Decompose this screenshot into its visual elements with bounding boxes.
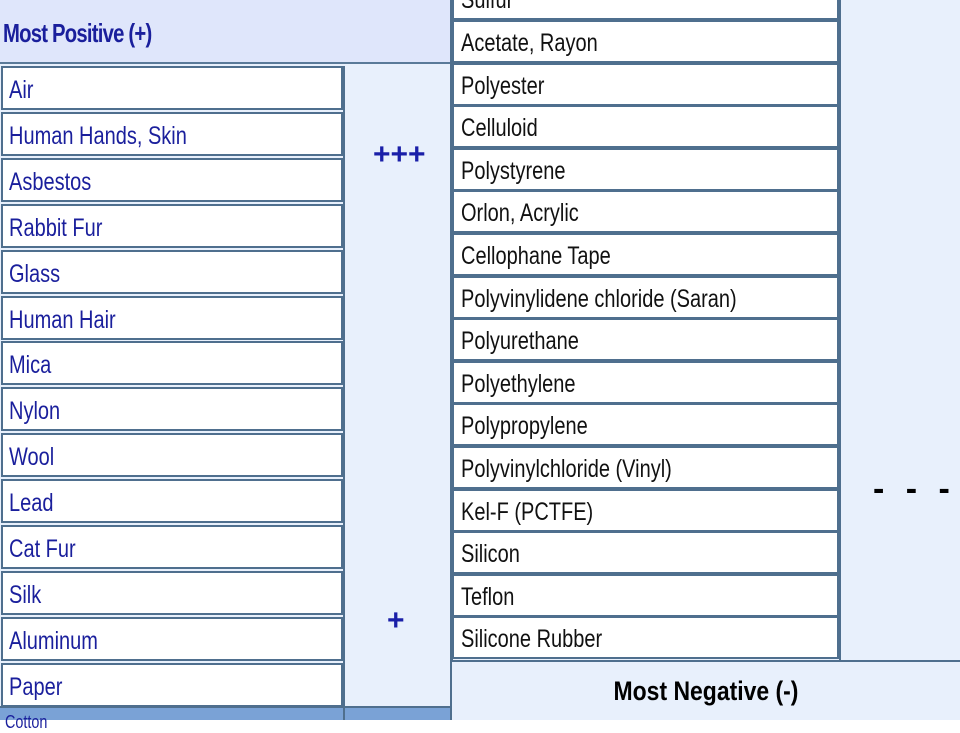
negative-item-label: Polypropylene [461, 412, 588, 441]
positive-item-label: Mica [9, 351, 52, 380]
negative-item-row: Celluloid [452, 105, 839, 149]
positive-item-label: Asbestos [9, 167, 92, 196]
negative-table-footer: Most Negative (-) [452, 660, 960, 720]
positive-item-row: Asbestos [1, 157, 343, 202]
positive-item-row: Aluminum [1, 616, 343, 661]
negative-item-row: Polyvinylidene chloride (Saran) [452, 275, 839, 319]
positive-item-label: Cat Fur [9, 535, 76, 563]
weak-positive-sign: + [387, 604, 405, 637]
negative-item-row: Orlon, Acrylic [452, 190, 839, 234]
positive-item-row: Paper [1, 662, 343, 707]
positive-table-header: Most Positive (+) [0, 0, 450, 64]
negative-item-label: Silicon [461, 540, 520, 569]
positive-item-row: Air [1, 66, 343, 110]
negative-item-cut-off: Sulfur [452, 0, 839, 20]
positive-item-label: Rabbit Fur [9, 213, 103, 242]
positive-item-label: Human Hair [9, 305, 116, 334]
negative-item-row: Kel-F (PCTFE) [452, 488, 839, 532]
positive-header-label: Most Positive (+) [3, 18, 152, 48]
negative-item-row: Teflon [452, 573, 839, 617]
strong-positive-sign: +++ [373, 138, 426, 171]
negative-item-label: Kel-F (PCTFE) [461, 497, 594, 526]
positive-item-label: Glass [9, 259, 61, 288]
negative-item-label: Polyethylene [461, 369, 576, 398]
negative-item-row: Acetate, Rayon [452, 20, 839, 63]
positive-item-label: Paper [9, 672, 63, 701]
negative-item-label: Polyester [461, 71, 545, 100]
positive-item-row: Cat Fur [1, 525, 343, 569]
positive-item-label: Lead [9, 489, 54, 518]
negative-item-row: Polyurethane [452, 318, 839, 362]
cut-off-positive-item: Cotton [5, 712, 48, 732]
negative-item-row: Silicon [452, 531, 839, 575]
negative-item-row: Polyester [452, 62, 839, 106]
negative-item-label: Silicone Rubber [461, 625, 603, 654]
negative-item-label: Orlon, Acrylic [461, 199, 579, 228]
negative-item-label: Cellophane Tape [461, 242, 611, 270]
negative-footer-label: Most Negative (-) [613, 676, 799, 706]
negative-item-label: Polystyrene [461, 156, 566, 185]
negative-item-row: Polystyrene [452, 147, 839, 191]
positive-item-row: Mica [1, 341, 343, 386]
negative-item-row: Polyvinylchloride (Vinyl) [452, 446, 839, 489]
negative-item-label: Polyvinylchloride (Vinyl) [461, 455, 672, 483]
positive-item-row: Human Hands, Skin [1, 111, 343, 156]
positive-item-label: Aluminum [9, 626, 98, 655]
positive-item-label: Nylon [9, 397, 61, 426]
positive-table-bottom-bar [0, 706, 450, 720]
positive-item-label: Air [9, 76, 34, 104]
negative-item-row: Silicone Rubber [452, 616, 839, 660]
positive-item-label: Human Hands, Skin [9, 121, 187, 150]
positive-item-label: Wool [9, 443, 55, 472]
negative-item-row: Polypropylene [452, 403, 839, 447]
positive-item-row: Human Hair [1, 295, 343, 340]
positive-item-row: Lead [1, 479, 343, 524]
negative-item-label: Polyvinylidene chloride (Saran) [461, 284, 737, 313]
negative-item-label: Polyurethane [461, 327, 579, 356]
negative-item-label: Acetate, Rayon [461, 29, 598, 57]
positive-item-row: Rabbit Fur [1, 203, 343, 248]
negative-item-label: Celluloid [461, 114, 538, 143]
negative-item-label: Teflon [461, 582, 515, 611]
positive-item-row: Wool [1, 433, 343, 478]
cut-off-negative-item: Sulfur [461, 0, 514, 14]
strong-negative-sign: - - - [873, 470, 956, 508]
positive-item-row: Silk [1, 570, 343, 615]
negative-item-row: Cellophane Tape [452, 233, 839, 276]
negative-sign-column [839, 0, 960, 660]
negative-item-row: Polyethylene [452, 360, 839, 404]
positive-item-row: Nylon [1, 387, 343, 432]
positive-item-row: Glass [1, 249, 343, 294]
positive-item-label: Silk [9, 580, 42, 609]
